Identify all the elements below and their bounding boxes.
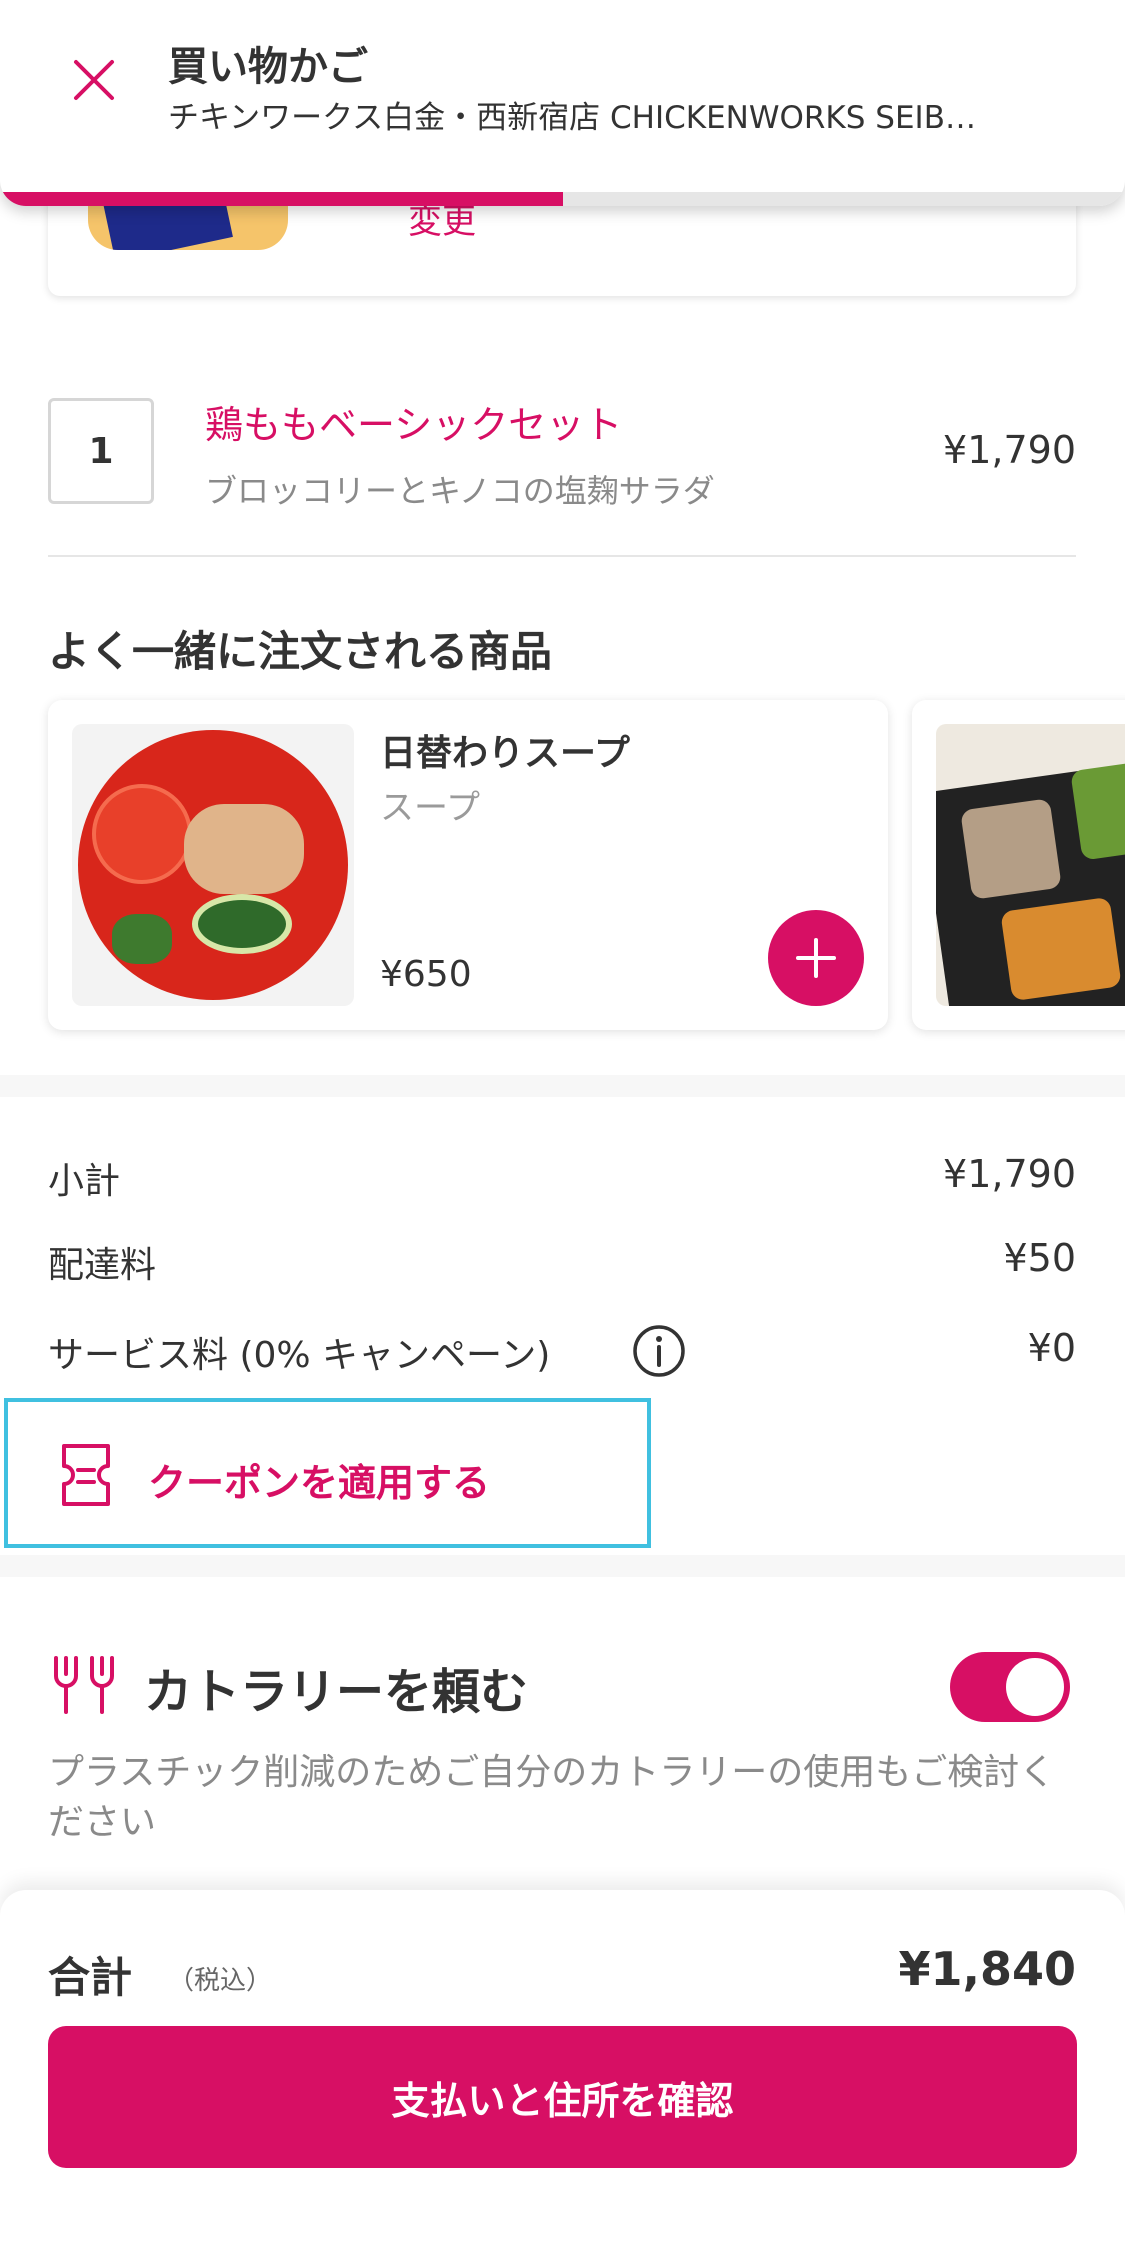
cart-header: 買い物かご チキンワークス白金・西新宿店 CHICKENWORKS SEIB…: [0, 0, 1125, 206]
info-icon[interactable]: [632, 1324, 686, 1378]
cutlery-toggle[interactable]: [950, 1652, 1070, 1722]
coupon-icon: [62, 1444, 110, 1506]
item-name[interactable]: 鶏ももベーシックセット: [205, 394, 622, 449]
progress-bar: [0, 192, 1125, 206]
subtotal-value: ¥1,790: [943, 1152, 1076, 1196]
item-option: ブロッコリーとキノコの塩麹サラダ: [205, 472, 715, 510]
recommendation-category: スープ: [380, 788, 480, 828]
recommendation-card[interactable]: 日替わりスープ スープ ¥650: [48, 700, 888, 1030]
cutlery-note: プラスチック削減のためご自分のカトラリーの使用もご検討ください: [48, 1752, 1056, 1843]
cutlery-title: カトラリーを頼む: [144, 1664, 529, 1720]
page-title: 買い物かご: [168, 44, 368, 90]
toggle-knob: [1006, 1658, 1064, 1716]
apply-coupon-button[interactable]: クーポンを適用する: [4, 1398, 651, 1548]
close-button[interactable]: [62, 48, 126, 112]
recommendation-name: 日替わりスープ: [380, 733, 630, 774]
plus-icon: [796, 938, 836, 978]
cutlery-icon: [54, 1656, 114, 1714]
total-label: 合計: [48, 1953, 133, 2002]
restaurant-name: チキンワークス白金・西新宿店 CHICKENWORKS SEIB…: [168, 100, 976, 136]
service-fee-label: サービス料 (0% キャンペーン): [48, 1335, 551, 1376]
close-icon: [74, 60, 114, 100]
soup-image: [72, 724, 354, 1006]
progress-fill: [0, 192, 563, 206]
quantity-selector[interactable]: 1: [48, 398, 154, 504]
recommendations-title: よく一緒に注文される商品: [48, 627, 553, 676]
delivery-fee-value: ¥50: [1003, 1236, 1076, 1280]
service-fee-value: ¥0: [1027, 1326, 1076, 1370]
delivery-fee-label: 配達料: [48, 1245, 157, 1286]
section-separator: [0, 1555, 1125, 1577]
item-price: ¥1,790: [943, 428, 1076, 472]
recommendation-card[interactable]: [912, 700, 1125, 1030]
coupon-label: クーポンを適用する: [148, 1461, 491, 1505]
subtotal-label: 小計: [48, 1161, 121, 1202]
recommendation-price: ¥650: [380, 954, 472, 995]
confirm-payment-button[interactable]: 支払いと住所を確認: [48, 2026, 1077, 2168]
total-value: ¥1,840: [898, 1942, 1076, 1996]
checkout-panel: 合計 （税込） ¥1,840 支払いと住所を確認: [0, 1890, 1125, 2253]
divider: [48, 555, 1076, 557]
tax-note: （税込）: [168, 1966, 273, 1996]
bento-image: [936, 724, 1125, 1006]
section-separator: [0, 1075, 1125, 1097]
add-recommendation-button[interactable]: [768, 910, 864, 1006]
